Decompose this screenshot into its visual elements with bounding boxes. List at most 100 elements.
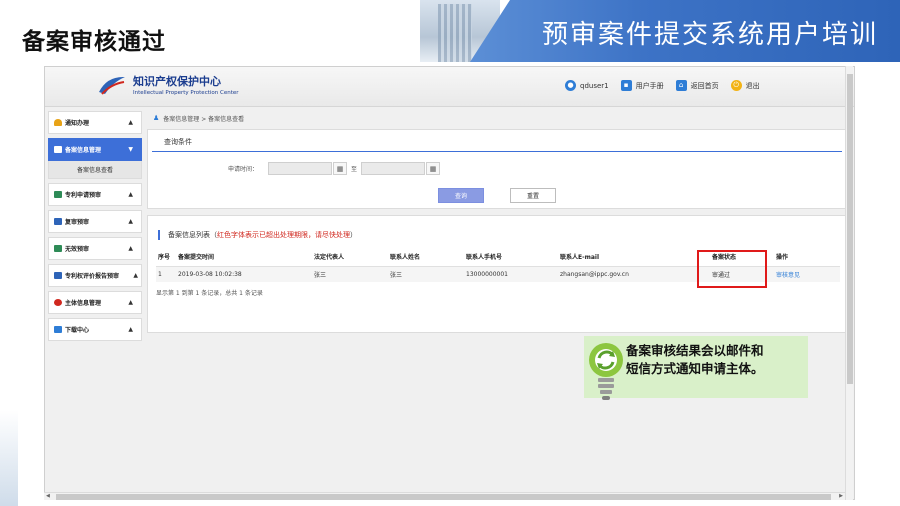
home-label: 返回首页 (690, 81, 719, 90)
to-label: 至 (351, 166, 358, 173)
document-icon (54, 245, 62, 252)
chevron-up-icon: ▲ (133, 272, 138, 279)
search-button[interactable]: 查询 (438, 188, 484, 203)
list-title-end: ） (350, 231, 357, 239)
banner-title: 预审案件提交系统用户培训 (541, 20, 878, 50)
download-icon (54, 326, 62, 333)
start-date-input[interactable] (268, 162, 333, 175)
scroll-right-icon[interactable]: ▶ (839, 493, 843, 499)
folder-icon (54, 218, 62, 225)
sidebar-item-invalid[interactable]: 无效预审 ▲ (48, 237, 142, 260)
power-icon: ⏻ (730, 80, 742, 91)
manual-label: 用户手册 (635, 81, 664, 90)
date-range: 申请时间： ▦ 至 ▦ (228, 162, 441, 175)
document-icon (54, 191, 62, 198)
cell-contact-name: 张三 (388, 266, 464, 282)
end-date-input[interactable] (361, 162, 426, 175)
lightbulb-icon (589, 343, 623, 400)
sidebar-item-label: 通知办理 (65, 120, 90, 127)
chevron-up-icon: ▲ (128, 299, 133, 306)
sidebar-item-label: 专利权评价报告预审 (65, 273, 120, 280)
date-label: 申请时间： (228, 166, 259, 173)
col-legal-rep: 法定代表人 (312, 248, 388, 267)
sidebar-item-entity[interactable]: 主体信息管理 ▲ (48, 291, 142, 314)
chevron-up-icon: ▲ (128, 245, 133, 252)
sidebar-item-filing[interactable]: 备案信息管理 ▼ (48, 138, 142, 161)
sidebar-item-label: 下载中心 (65, 327, 90, 334)
user-menu[interactable]: ● qduser1 (565, 80, 609, 91)
calendar-icon[interactable]: ▦ (426, 162, 441, 175)
status-highlight-box (697, 250, 767, 288)
logo: 知识产权保护中心 Intellectual Property Protectio… (97, 73, 239, 96)
home-link[interactable]: ⌂ 返回首页 (675, 80, 719, 91)
chevron-down-icon: ▼ (128, 146, 133, 153)
sidebar-item-evaluation[interactable]: 专利权评价报告预审 ▲ (48, 264, 142, 287)
exit-label: 退出 (745, 81, 760, 90)
logo-icon (99, 76, 125, 95)
sidebar-item-label: 专利申请预审 (65, 192, 102, 199)
person-icon (54, 299, 62, 306)
vertical-scrollbar[interactable] (845, 66, 853, 500)
query-panel: 查询条件 申请时间： ▦ 至 ▦ 查询 重置 (147, 129, 847, 209)
bell-icon (54, 119, 62, 126)
chevron-up-icon: ▲ (128, 326, 133, 333)
home-icon: ⌂ (675, 80, 687, 91)
list-title-text: 备案信息列表（ (168, 231, 217, 239)
col-submit-time: 备案提交时间 (176, 248, 312, 267)
calendar-icon[interactable]: ▦ (333, 162, 348, 175)
book-icon: ▪ (620, 80, 632, 91)
user-icon: ● (565, 80, 576, 91)
query-buttons: 查询 重置 (438, 188, 582, 203)
review-opinion-link[interactable]: 审核意见 (774, 266, 840, 282)
decorative-stripe (0, 410, 18, 506)
slide-title: 备案审核通过 (22, 29, 166, 55)
sidebar-item-label: 备案信息管理 (65, 147, 102, 154)
sidebar-item-reexam[interactable]: 复审预审 ▲ (48, 210, 142, 233)
folder-icon (54, 272, 62, 279)
username: qduser1 (580, 81, 609, 90)
cell-submit-time: 2019-03-08 10:02:38 (176, 266, 312, 282)
query-title: 查询条件 (152, 130, 842, 152)
breadcrumb: ♟ 备案信息管理 > 备案信息查看 (147, 107, 847, 129)
col-contact-name: 联系人姓名 (388, 248, 464, 267)
col-contact-phone: 联系人手机号 (464, 248, 558, 267)
scroll-thumb[interactable] (56, 494, 831, 500)
submenu-filing-view[interactable]: 备案信息查看 (48, 161, 142, 179)
col-contact-email: 联系人E-mail (558, 248, 710, 267)
cell-legal-rep: 张三 (312, 266, 388, 282)
sidebar-item-label: 复审预审 (65, 219, 90, 226)
list-title: 备案信息列表（ 红色字体表示已超出处理期限，请尽快处理 ） (148, 216, 846, 244)
cell-contact-phone: 13000000001 (464, 266, 558, 282)
chevron-up-icon: ▲ (128, 119, 133, 126)
sidebar: 通知办理 ▲ 备案信息管理 ▼ 备案信息查看 专利申请预审 ▲ 复审预审 ▲ 无… (45, 107, 145, 499)
col-index: 序号 (156, 248, 176, 267)
callout-line-1: 备案审核结果会以邮件和 (626, 343, 764, 358)
person-icon: ♟ (153, 114, 160, 122)
scroll-thumb[interactable] (847, 74, 853, 384)
main-content: ♟ 备案信息管理 > 备案信息查看 查询条件 申请时间： ▦ 至 ▦ 查询 重置… (147, 107, 847, 499)
horizontal-scrollbar[interactable]: ◀ ▶ (44, 492, 845, 500)
sidebar-item-label: 无效预审 (65, 246, 90, 253)
cell-contact-email: zhangsan@ippc.gov.cn (558, 266, 710, 282)
banner: 预审案件提交系统用户培训 (300, 0, 900, 62)
callout-line-2: 短信方式通知申请主体。 (626, 361, 764, 376)
manual-link[interactable]: ▪ 用户手册 (620, 80, 664, 91)
scroll-left-icon[interactable]: ◀ (46, 493, 50, 499)
exit-link[interactable]: ⏻ 退出 (730, 80, 760, 91)
sidebar-item-download[interactable]: 下载中心 ▲ (48, 318, 142, 341)
header-links: ● qduser1 ▪ 用户手册 ⌂ 返回首页 ⏻ 退出 (565, 80, 772, 91)
org-name: 知识产权保护中心 (133, 75, 221, 88)
callout-text: 备案审核结果会以邮件和 短信方式通知申请主体。 (626, 342, 806, 378)
chevron-up-icon: ▲ (128, 191, 133, 198)
sidebar-item-notice[interactable]: 通知办理 ▲ (48, 111, 142, 134)
reset-button[interactable]: 重置 (510, 188, 556, 203)
folder-icon (54, 146, 62, 153)
chevron-up-icon: ▲ (128, 218, 133, 225)
sidebar-item-label: 主体信息管理 (65, 300, 102, 307)
overdue-hint: 红色字体表示已超出处理期限，请尽快处理 (217, 231, 350, 239)
org-name-en: Intellectual Property Protection Center (133, 90, 239, 96)
cell-index: 1 (156, 266, 176, 282)
col-action: 操作 (774, 248, 840, 267)
sidebar-item-patent-pre[interactable]: 专利申请预审 ▲ (48, 183, 142, 206)
app-header: 知识产权保护中心 Intellectual Property Protectio… (45, 67, 854, 107)
